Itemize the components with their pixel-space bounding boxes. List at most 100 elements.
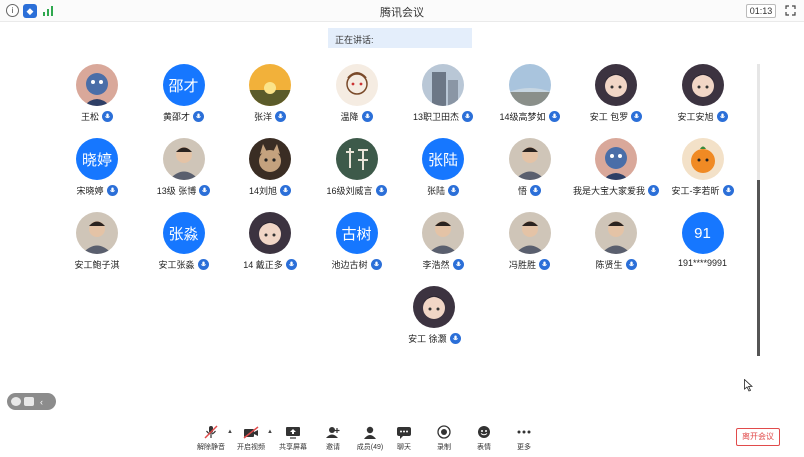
participant-name: 安工鲍子淇 (74, 260, 120, 270)
participant-name: 黄邵才 (162, 112, 190, 122)
avatar: 张陆 (422, 138, 464, 180)
emoji-icon[interactable] (11, 397, 21, 406)
collapse-arrow-icon[interactable]: ‹ (40, 397, 43, 407)
participant-tile[interactable]: 悟 (487, 138, 573, 208)
mic-on-icon (285, 259, 297, 270)
participant-tile[interactable]: 安工 徐灏 (391, 286, 477, 356)
leave-meeting-button[interactable]: 离开会议 (736, 428, 780, 446)
scrollbar-thumb[interactable] (757, 180, 760, 356)
invite-button[interactable]: 邀请 (313, 425, 353, 455)
participant-name: 悟 (517, 186, 527, 196)
mic-on-icon (716, 111, 728, 122)
mic-on-icon (197, 259, 209, 270)
participant-name-row: 16级刘威言 (314, 184, 400, 197)
mouse-cursor-icon (744, 379, 753, 392)
participant-tile[interactable]: 冯胜胜 (487, 212, 573, 282)
mic-on-icon (548, 111, 560, 122)
chat-button[interactable]: 聊天 (384, 425, 424, 455)
participant-name-row: 王松 (54, 110, 140, 123)
participant-tile[interactable]: 邵才 黄邵才 (141, 64, 227, 134)
participant-name: 14级高梦如 (499, 112, 546, 122)
participant-tile[interactable]: 14刘旭 (227, 138, 313, 208)
avatar (595, 64, 637, 106)
mic-muted-button[interactable]: 解除静音 ▲ (191, 425, 233, 455)
avatar (249, 212, 291, 254)
avatar (595, 212, 637, 254)
avatar: 晓婷 (76, 138, 118, 180)
participant-tile[interactable]: 张陆 张陆 (400, 138, 486, 208)
emoji-icon (478, 426, 490, 438)
participant-name-row: 安工 徐灏 (391, 332, 477, 345)
participant-name-row: 冯胜胜 (487, 258, 573, 271)
participant-name-row: 宋晓婷 (54, 184, 140, 197)
mic-on-icon (530, 185, 541, 196)
toolbar-label: 录制 (437, 444, 451, 451)
mic-on-icon (361, 111, 373, 122)
mic-on-icon (448, 185, 459, 196)
participant-tile[interactable]: 13职卫田杰 (400, 64, 486, 134)
toolbar-label: 表情 (477, 444, 491, 451)
chat-icon (397, 427, 411, 439)
participant-name-row: 李浩然 (400, 258, 486, 271)
participant-tile[interactable]: 14级高梦如 (487, 64, 573, 134)
participant-name: 王松 (80, 112, 99, 122)
mic-on-icon (539, 259, 550, 270)
participant-tile[interactable]: 我是大宝大家爱我 (573, 138, 659, 208)
participant-tile[interactable]: 古树 池边古树 (314, 212, 400, 282)
participant-name: 张洋 (253, 112, 272, 122)
participant-tile[interactable]: 14 戴正多 (227, 212, 313, 282)
participant-tile[interactable]: 16级刘威言 (314, 138, 400, 208)
participant-tile[interactable]: 张淼 安工张淼 (141, 212, 227, 282)
participant-name-row: 我是大宝大家爱我 (573, 184, 659, 197)
camera-off-button[interactable]: 开启视频 ▲ (231, 425, 273, 455)
participant-name: 191****9991 (677, 258, 728, 268)
participant-name-row: 温降 (314, 110, 400, 123)
participant-tile[interactable]: 安工安旭 (660, 64, 746, 134)
participant-name-row: 14刘旭 (227, 184, 313, 197)
avatar (76, 64, 118, 106)
participant-name-row: 张洋 (227, 110, 313, 123)
fullscreen-icon[interactable] (785, 5, 796, 16)
avatar: 邵才 (162, 64, 205, 106)
participant-tile[interactable]: 91 191****9991 (660, 212, 746, 282)
participant-tile[interactable]: 安工-李若昕 (660, 138, 746, 208)
mic-on-icon (275, 111, 286, 122)
participant-name-row: 13级 张博 (141, 184, 227, 197)
participant-tile[interactable]: 13级 张博 (141, 138, 227, 208)
participant-tile[interactable]: 李浩然 (400, 212, 486, 282)
participant-tile[interactable]: 安工 包罗 (573, 64, 659, 134)
participant-tile[interactable]: 晓婷 宋晓婷 (54, 138, 140, 208)
avatar (595, 138, 637, 180)
participant-name-row: 安工安旭 (660, 110, 746, 123)
toolbar-label: 开启视频 (237, 444, 265, 451)
more-button[interactable]: 更多 (504, 425, 544, 455)
avatar (335, 138, 378, 180)
mic-on-icon (462, 111, 473, 122)
participant-tile[interactable]: 陈贤生 (573, 212, 659, 282)
avatar (422, 212, 464, 254)
avatar (335, 64, 378, 106)
members-icon (364, 426, 376, 439)
speaking-banner: 正在讲话: (328, 28, 472, 48)
record-button[interactable]: 录制 (424, 425, 464, 455)
mic-muted-icon (204, 425, 218, 439)
participant-tile[interactable]: 温降 (314, 64, 400, 134)
participant-tile[interactable]: 王松 (54, 64, 140, 134)
avatar: 古树 (335, 212, 378, 254)
avatar: 91 (681, 212, 724, 254)
participant-name: 安工 徐灏 (408, 334, 447, 344)
participant-tile[interactable]: 安工鲍子淇 (54, 212, 140, 282)
avatar (681, 138, 724, 180)
avatar: 张淼 (162, 212, 205, 254)
participant-name-row: 池边古树 (314, 258, 400, 271)
emoji-button[interactable]: 表情 (464, 425, 504, 455)
avatar (413, 286, 456, 328)
participant-tile[interactable]: 张洋 (227, 64, 313, 134)
share-screen-button[interactable]: 共享屏幕 (273, 425, 313, 455)
participant-name-row: 191****9991 (660, 258, 746, 268)
participant-name: 14刘旭 (248, 186, 277, 196)
chat-icon[interactable] (24, 397, 34, 406)
side-panel-toggle[interactable]: ‹ (7, 393, 56, 410)
mic-on-icon (106, 185, 118, 196)
mic-on-icon (193, 111, 204, 122)
